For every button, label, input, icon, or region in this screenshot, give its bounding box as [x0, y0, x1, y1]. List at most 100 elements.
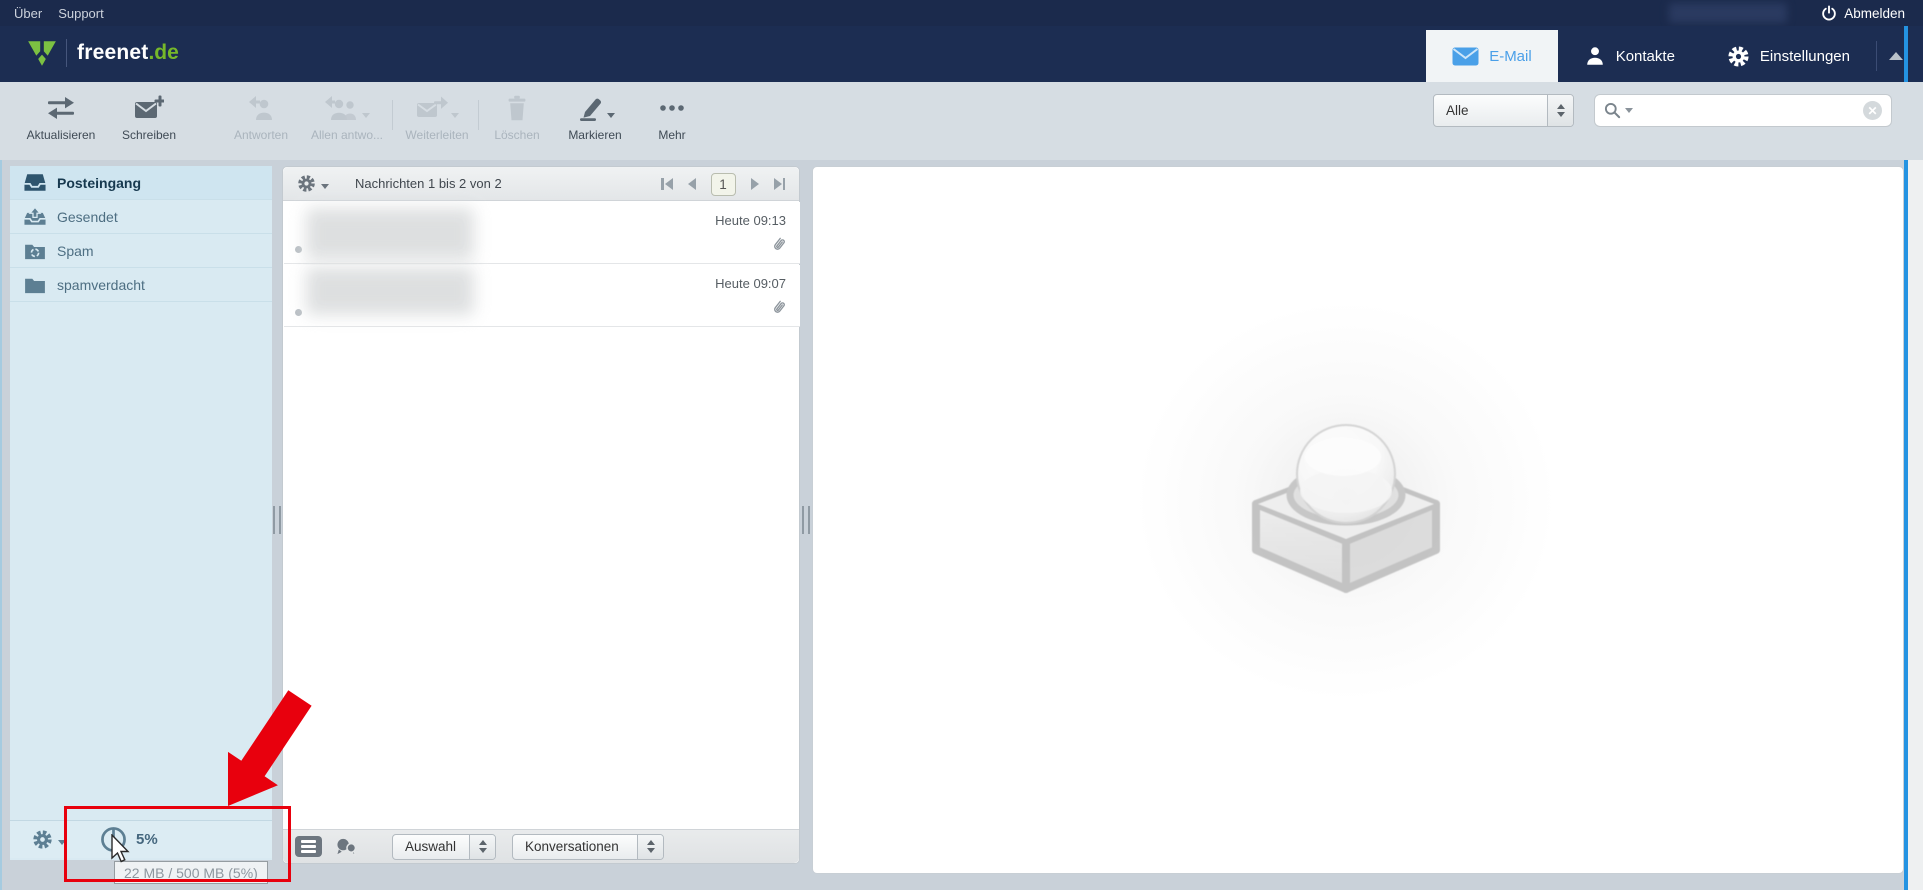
- gear-icon: [297, 174, 316, 193]
- reading-pane: [812, 166, 1904, 874]
- brand[interactable]: freenet .de: [26, 38, 179, 68]
- unread-dot: [295, 309, 302, 316]
- sidebar-item-spamverdacht[interactable]: spamverdacht: [10, 268, 272, 302]
- view-mode-dropdown-value: Konversationen: [525, 839, 619, 854]
- toolbar-label: Antworten: [233, 128, 289, 142]
- sent-icon: [24, 207, 46, 226]
- chevron-down-icon: [361, 112, 370, 118]
- logout-button[interactable]: Abmelden: [1821, 5, 1905, 21]
- brand-name: freenet: [77, 41, 149, 64]
- next-page-button[interactable]: [750, 178, 759, 190]
- redacted-sender-subject: [306, 208, 474, 260]
- last-page-button[interactable]: [773, 178, 785, 190]
- toolbar-label: Allen antwo...: [310, 128, 384, 142]
- tab-einstellungen[interactable]: Einstellungen: [1701, 30, 1876, 82]
- toolbar-label: Schreiben: [121, 128, 177, 142]
- topbar-link-ueber[interactable]: Über: [14, 6, 42, 21]
- contacts-icon: [1584, 45, 1606, 67]
- folder-label: Posteingang: [57, 174, 142, 191]
- view-mode-dropdown[interactable]: Konversationen: [512, 833, 664, 860]
- sidebar-item-gesendet[interactable]: Gesendet: [10, 200, 272, 234]
- message-row[interactable]: Heute 09:13: [284, 202, 800, 264]
- first-page-button[interactable]: [661, 178, 673, 190]
- unread-dot: [295, 246, 302, 253]
- folder-label: Gesendet: [57, 208, 118, 225]
- folder-icon: [24, 276, 46, 294]
- toolbar-label: Mehr: [658, 128, 686, 142]
- tabs-separator: [1876, 41, 1877, 71]
- mail-icon: [1452, 47, 1479, 66]
- toolbar: Aktualisieren Schreiben Antworten Allen …: [0, 82, 1923, 160]
- brand-suffix: .de: [148, 41, 179, 64]
- splitter-handle-left[interactable]: [273, 506, 281, 534]
- list-view-button[interactable]: [295, 836, 322, 857]
- tab-kontakte-label: Kontakte: [1615, 47, 1675, 65]
- refresh-icon: [46, 96, 76, 120]
- freenet-logo: [26, 38, 58, 68]
- chevron-down-icon: [450, 112, 459, 118]
- chevron-down-icon: [321, 184, 329, 189]
- search-box: ✕: [1594, 94, 1892, 127]
- compose-icon: [134, 95, 164, 121]
- message-row[interactable]: Heute 09:07: [284, 265, 800, 327]
- marker-icon: [576, 95, 604, 122]
- folder-actions-button[interactable]: [32, 829, 66, 850]
- search-input[interactable]: [1637, 101, 1859, 120]
- toolbar-button-aktualisieren[interactable]: Aktualisieren: [13, 92, 109, 142]
- chevron-down-icon: [606, 112, 615, 118]
- topbar: Über Support Abmelden: [0, 0, 1923, 26]
- logout-label: Abmelden: [1844, 5, 1905, 21]
- redacted-username: [1669, 3, 1788, 23]
- main-tabs: E-Mail Kontakte Einstellungen: [1426, 30, 1907, 82]
- inbox-icon: [24, 173, 46, 192]
- trash-icon: [505, 95, 529, 121]
- dropdown-spinner-icon: [637, 834, 663, 859]
- clear-search-icon[interactable]: ✕: [1863, 101, 1882, 120]
- mouse-cursor: [110, 833, 132, 869]
- folder-label: spamverdacht: [57, 276, 145, 293]
- message-time: Heute 09:13: [715, 213, 786, 228]
- toolbar-button-antworten[interactable]: Antworten: [213, 92, 309, 142]
- tab-email-label: E-Mail: [1489, 47, 1532, 65]
- topbar-link-support[interactable]: Support: [58, 6, 104, 21]
- toolbar-button-mehr[interactable]: Mehr: [624, 92, 720, 142]
- pagination: 1: [661, 167, 785, 201]
- reply-icon: [248, 95, 274, 121]
- tab-kontakte[interactable]: Kontakte: [1558, 30, 1701, 82]
- attachment-icon: [771, 235, 787, 259]
- search-icon: [1604, 102, 1621, 119]
- selection-dropdown-value: Auswahl: [405, 839, 457, 854]
- page-number-box[interactable]: 1: [710, 172, 736, 196]
- gear-icon: [32, 829, 53, 850]
- forward-icon: [416, 96, 448, 120]
- spam-folder-icon: [24, 242, 46, 260]
- message-list-footer: Auswahl Konversationen: [283, 829, 799, 863]
- sidebar-item-spam[interactable]: Spam: [10, 234, 272, 268]
- splitter-handle-right[interactable]: [802, 506, 810, 534]
- attachment-icon: [771, 298, 787, 322]
- toolbar-button-schreiben[interactable]: Schreiben: [101, 92, 197, 142]
- more-icon: [658, 103, 686, 113]
- filter-dropdown-value: Alle: [1446, 103, 1469, 118]
- previous-page-button[interactable]: [687, 178, 696, 190]
- redacted-sender-subject: [306, 267, 474, 315]
- empty-state-button-image: [1246, 419, 1446, 599]
- reply-all-icon: [324, 95, 359, 121]
- tab-einstellungen-label: Einstellungen: [1759, 47, 1850, 65]
- message-list-panel: Nachrichten 1 bis 2 von 2 1 Heute 09:13 …: [282, 166, 800, 864]
- collapse-header-caret[interactable]: [1889, 52, 1903, 60]
- list-options-button[interactable]: [297, 174, 329, 193]
- filter-dropdown[interactable]: Alle: [1433, 94, 1574, 127]
- header: freenet .de E-Mail Kontakte Einstellunge…: [0, 26, 1923, 82]
- tab-email[interactable]: E-Mail: [1426, 30, 1558, 82]
- sidebar-item-posteingang[interactable]: Posteingang: [10, 166, 272, 200]
- toolbar-label: Aktualisieren: [26, 128, 96, 142]
- gear-icon: [1727, 45, 1750, 68]
- page-left-edge: [0, 82, 2, 890]
- dropdown-spinner-icon: [469, 834, 495, 859]
- conversation-bubbles-icon[interactable]: [334, 837, 358, 856]
- selection-dropdown[interactable]: Auswahl: [392, 833, 496, 860]
- search-options-caret[interactable]: [1625, 108, 1633, 113]
- annotation-red-arrow: [210, 680, 325, 820]
- toolbar-button-allen-antworten[interactable]: Allen antwo...: [299, 92, 395, 142]
